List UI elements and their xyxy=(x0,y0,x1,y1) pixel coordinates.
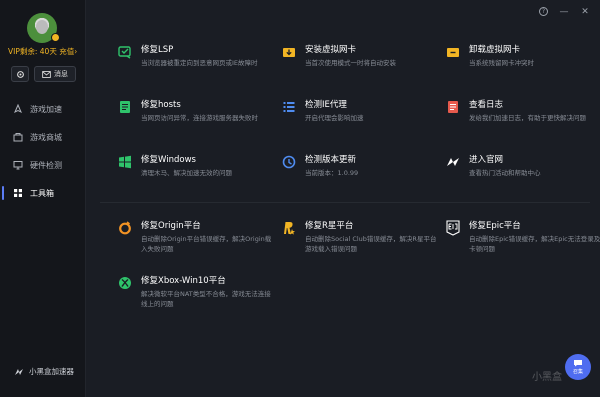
rocket-icon xyxy=(14,104,22,114)
ie-proxy-icon xyxy=(281,99,297,115)
close-icon[interactable]: ✕ xyxy=(580,7,590,17)
tool-uninstall-virtual-nic[interactable]: 卸载虚拟网卡 当系统残留网卡冲突时 xyxy=(445,43,600,68)
tool-repair-hosts[interactable]: 修复hosts 当网页访问异常，连接游戏服务器失败时 xyxy=(117,98,277,123)
hosts-repair-icon xyxy=(117,99,133,115)
tool-title: 修复Epic平台 xyxy=(469,221,521,231)
vip-status: VIP剩余: 40天 充值› xyxy=(8,47,78,56)
tool-official-website[interactable]: 进入官网 查看热门活动和帮助中心 xyxy=(445,153,600,178)
tool-description: 开启代理会影响加速 xyxy=(305,114,364,122)
sidebar: VIP剩余: 40天 充值› 消息 游戏加速 游戏商城 硬件检测 工具箱 小黑盒… xyxy=(0,0,86,397)
tool-repair-origin[interactable]: 修复Origin平台 自动删除Origin平台错误缓存，解决Origin载入失败… xyxy=(117,219,277,254)
tool-title: 检测IE代理 xyxy=(305,100,347,110)
tool-title: 检测版本更新 xyxy=(305,155,357,165)
store-icon xyxy=(13,133,23,142)
tool-repair-epic[interactable]: 修复Epic平台 自动删除Epic错误缓存，解决Epic无法登录及卡顿问题 xyxy=(445,219,600,254)
messages-button[interactable]: 消息 xyxy=(34,66,76,82)
sidebar-item-label: 硬件检测 xyxy=(30,160,62,170)
sidebar-item-hardware-check[interactable]: 硬件检测 xyxy=(0,151,86,179)
tool-description: 清理木马、解决加速无效的问题 xyxy=(141,169,232,177)
windows-icon xyxy=(117,154,133,170)
tool-title: 进入官网 xyxy=(469,155,504,165)
sidebar-item-label: 工具箱 xyxy=(30,188,54,198)
mail-icon xyxy=(42,70,51,78)
tool-title: 修复LSP xyxy=(141,45,174,55)
tool-title: 查看日志 xyxy=(469,100,504,110)
recharge-link[interactable]: 充值 xyxy=(59,47,74,56)
rockstar-icon xyxy=(281,220,297,236)
brand-logo-icon xyxy=(15,368,23,375)
tool-description: 当首次使用模式一时将自动安装 xyxy=(305,59,396,67)
vip-badge-icon xyxy=(51,33,60,42)
messages-label: 消息 xyxy=(54,70,68,78)
sidebar-item-game-acceleration[interactable]: 游戏加速 xyxy=(0,95,86,123)
tool-title: 修复R星平台 xyxy=(305,221,354,231)
tool-title: 安装虚拟网卡 xyxy=(305,45,357,55)
epic-icon xyxy=(445,220,461,236)
tool-view-log[interactable]: 查看日志 发给我们加速日志，有助于更快解决问题 xyxy=(445,98,600,123)
uninstall-nic-icon xyxy=(445,44,461,60)
avatar-face xyxy=(36,20,48,34)
tool-description: 自动删除Social Club错误缓存，解决R星平台游戏载入错误问题 xyxy=(305,235,437,253)
tool-title: 修复Xbox-Win10平台 xyxy=(141,276,226,286)
tool-title: 修复hosts xyxy=(141,100,181,110)
brand-name: 小黑盒加速器 xyxy=(29,367,74,376)
section-divider xyxy=(100,202,590,203)
settings-button[interactable] xyxy=(11,66,29,82)
tool-description: 解决微软平台NAT类型不合格，游戏无法连接线上的问题 xyxy=(141,290,271,308)
sidebar-item-game-store[interactable]: 游戏商城 xyxy=(0,123,86,151)
tool-check-update[interactable]: 检测版本更新 当前版本：1.0.99 xyxy=(281,153,441,178)
sidebar-item-label: 游戏加速 xyxy=(30,104,62,114)
tool-description: 发给我们加速日志，有助于更快解决问题 xyxy=(469,114,586,122)
tool-title: 修复Windows xyxy=(141,155,196,165)
sidebar-nav: 游戏加速 游戏商城 硬件检测 工具箱 xyxy=(0,95,86,207)
origin-icon xyxy=(117,220,133,236)
tool-title: 修复Origin平台 xyxy=(141,221,201,231)
tool-repair-rockstar[interactable]: 修复R星平台 自动删除Social Club错误缓存，解决R星平台游戏载入错误问… xyxy=(281,219,441,254)
tool-check-ie-proxy[interactable]: 检测IE代理 开启代理会影响加速 xyxy=(281,98,441,123)
chat-bubble-icon xyxy=(574,360,582,367)
tool-repair-xbox[interactable]: 修复Xbox-Win10平台 解决微软平台NAT类型不合格，游戏无法连接线上的问… xyxy=(117,274,277,309)
update-icon xyxy=(281,154,297,170)
tool-description: 当网页访问异常，连接游戏服务器失败时 xyxy=(141,114,258,122)
app-window: VIP剩余: 40天 充值› 消息 游戏加速 游戏商城 硬件检测 工具箱 小黑盒… xyxy=(0,0,600,397)
brand: 小黑盒加速器 xyxy=(14,366,74,377)
tool-install-virtual-nic[interactable]: 安装虚拟网卡 当首次使用模式一时将自动安装 xyxy=(281,43,441,68)
tool-title: 卸载虚拟网卡 xyxy=(469,45,521,55)
window-controls: ? — ✕ xyxy=(539,7,590,17)
monitor-icon xyxy=(13,161,23,170)
log-icon xyxy=(445,99,461,115)
tool-description: 自动删除Origin平台错误缓存，解决Origin载入失败问题 xyxy=(141,235,272,253)
minimize-icon[interactable]: — xyxy=(559,7,569,17)
sidebar-item-toolbox[interactable]: 工具箱 xyxy=(0,179,86,207)
help-icon[interactable]: ? xyxy=(539,7,548,16)
tool-description: 自动删除Epic错误缓存，解决Epic无法登录及卡顿问题 xyxy=(469,235,600,253)
sidebar-item-label: 游戏商城 xyxy=(30,132,62,142)
watermark: 小黑盒 xyxy=(532,372,562,383)
toolbox-icon xyxy=(14,189,22,197)
chat-label: 召集 xyxy=(572,369,583,375)
gear-icon xyxy=(16,70,24,78)
tool-description: 查看热门活动和帮助中心 xyxy=(469,169,541,177)
account-buttons: 消息 xyxy=(11,66,76,82)
tool-repair-lsp[interactable]: 修复LSP 当浏览器被重定向到恶意网页或IE故障时 xyxy=(117,43,277,68)
install-nic-icon xyxy=(281,44,297,60)
website-icon xyxy=(445,154,461,170)
vip-remaining-text: VIP剩余: 40天 xyxy=(8,47,57,56)
chat-button[interactable]: 召集 xyxy=(565,354,591,380)
xbox-icon xyxy=(117,275,133,291)
tool-description: 当浏览器被重定向到恶意网页或IE故障时 xyxy=(141,59,258,67)
lsp-repair-icon xyxy=(117,44,133,60)
tool-description: 当前版本：1.0.99 xyxy=(305,169,359,177)
tool-description: 当系统残留网卡冲突时 xyxy=(469,59,534,67)
tool-repair-windows[interactable]: 修复Windows 清理木马、解决加速无效的问题 xyxy=(117,153,277,178)
